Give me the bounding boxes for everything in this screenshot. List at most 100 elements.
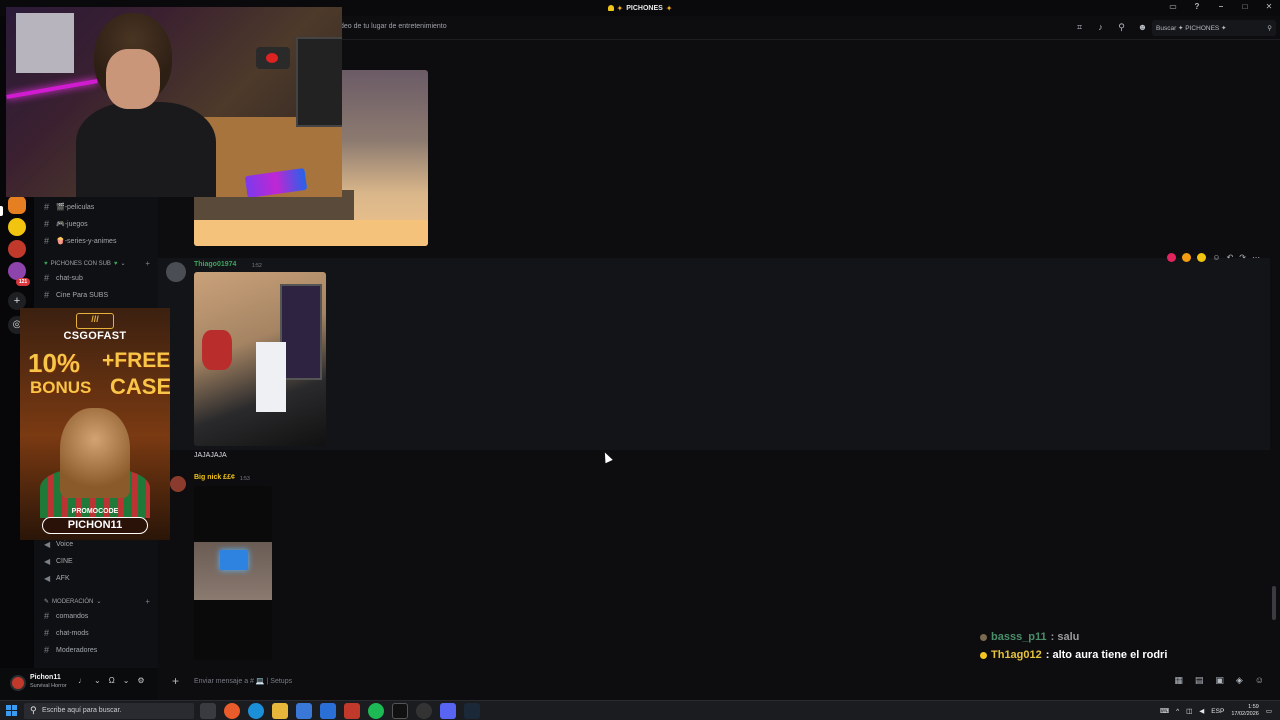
hash-icon: # [44, 290, 50, 300]
voice-channel[interactable]: ◀ Voice [44, 540, 73, 549]
ad-percent: 10% [28, 348, 81, 378]
gif-icon[interactable]: ▣ [1215, 675, 1224, 686]
pin-icon[interactable]: ⚲ [1116, 22, 1127, 33]
emoji-icon[interactable]: ☺ [1255, 675, 1264, 686]
channel-item[interactable]: # chat-sub [44, 273, 83, 283]
heart-red-icon[interactable] [1167, 253, 1177, 262]
heart-yellow-icon[interactable] [1197, 253, 1207, 262]
apps-icon[interactable]: ▦ [1174, 675, 1183, 686]
headset-icon[interactable]: Ω [109, 676, 115, 685]
chat-text: : alto aura tiene el rodri [1045, 649, 1168, 661]
close-icon[interactable]: ✕ [1264, 2, 1274, 11]
message-author[interactable]: Thiago01974 [194, 261, 236, 268]
heart-orange-icon[interactable] [1182, 253, 1192, 262]
channel-item[interactable]: # 🎮-juegos [44, 219, 88, 229]
ad-logo: /// [76, 313, 114, 329]
search-input[interactable]: Buscar ✦ PICHONES ✦ ⚲ [1152, 20, 1276, 36]
mute-icon[interactable]: ♪ [1095, 22, 1106, 33]
add-channel-icon[interactable]: + [145, 597, 150, 606]
help-icon[interactable]: ? [1192, 2, 1202, 11]
channel-label: CINE [56, 558, 73, 565]
message-image[interactable] [194, 486, 272, 660]
language-indicator[interactable]: ESP [1211, 708, 1224, 715]
obs-icon[interactable] [392, 703, 408, 719]
clock-time: 1:59 [1248, 704, 1259, 710]
notification-icon[interactable]: ▭ [1266, 707, 1272, 715]
sponsor-ad-overlay: /// CSGOFAST 10% BONUS +FREE CASE PROMOC… [20, 308, 170, 540]
taskbar-search-placeholder: Escribe aquí para buscar. [42, 707, 122, 714]
browser-icon[interactable] [224, 703, 240, 719]
voice-channel[interactable]: ◀ CINE [44, 557, 73, 566]
channel-label: 🎬-peliculas [56, 204, 95, 211]
message-time: 1:53 [240, 476, 250, 482]
network-icon[interactable]: ◫ [1186, 707, 1192, 715]
category-label: PICHONES CON SUB [50, 260, 111, 267]
clock[interactable]: 1:59 17/02/2026 [1231, 704, 1259, 718]
server-icon[interactable] [8, 240, 26, 258]
channel-item[interactable]: # Cine Para SUBS [44, 290, 108, 300]
scrollbar[interactable] [1272, 586, 1276, 620]
task-view-icon[interactable] [200, 703, 216, 719]
message-author[interactable]: Big nick ££¢ [194, 474, 235, 481]
voice-channel[interactable]: ◀ AFK [44, 574, 70, 583]
pencil-icon: ✎ [44, 599, 50, 605]
members-icon[interactable]: ☻ [1137, 22, 1148, 33]
avatar[interactable] [10, 675, 26, 691]
file-explorer-icon[interactable] [272, 703, 288, 719]
app-icon[interactable] [344, 703, 360, 719]
heart-icon: ♥ [113, 260, 118, 267]
sticker-icon[interactable]: ◈ [1236, 675, 1243, 686]
windows-taskbar: ⚲ Escribe aquí para buscar. ⌨ ^ ◫ ◀ ESP … [0, 700, 1280, 720]
spotify-icon[interactable] [368, 703, 384, 719]
speaker-icon: ◀ [44, 557, 51, 566]
taskbar-search[interactable]: ⚲ Escribe aquí para buscar. [24, 703, 194, 719]
avatar[interactable] [170, 476, 186, 492]
server-icon[interactable] [8, 196, 26, 214]
gift-icon[interactable]: ▤ [1195, 675, 1204, 686]
chevron-up-icon[interactable]: ^ [1176, 708, 1179, 715]
gear-icon[interactable]: ⚙ [137, 676, 144, 685]
more-icon[interactable]: ⋯ [1252, 253, 1260, 262]
inbox-icon[interactable]: ▭ [1168, 2, 1178, 11]
microphone-icon[interactable]: ♩ [78, 676, 86, 685]
app-icon[interactable] [416, 703, 432, 719]
chevron-down-icon[interactable]: ⌄ [94, 676, 101, 685]
channel-label: 🎮-juegos [56, 221, 88, 228]
channel-item[interactable]: # Moderadores [44, 645, 97, 655]
discord-icon[interactable] [440, 703, 456, 719]
ad-promo-label: PROMOCODE [71, 508, 119, 515]
category-sub[interactable]: ♥ PICHONES CON SUB ♥ ⌄ [44, 260, 126, 268]
category-mod[interactable]: ✎ MODERACIÓN ⌄ [44, 598, 101, 606]
threads-icon[interactable]: ⌗ [1074, 22, 1085, 33]
steam-icon[interactable] [464, 703, 480, 719]
edge-icon[interactable] [248, 703, 264, 719]
channel-item[interactable]: # comandos [44, 611, 88, 621]
mail-icon[interactable] [320, 703, 336, 719]
channel-item[interactable]: # chat-mods [44, 628, 89, 638]
chevron-down-icon[interactable]: ⌄ [123, 676, 130, 685]
message-image[interactable] [194, 272, 326, 446]
volume-icon[interactable]: ◀ [1199, 707, 1204, 715]
speaker-icon: ◀ [44, 574, 51, 583]
avatar[interactable] [166, 262, 186, 282]
server-icon[interactable] [8, 218, 26, 236]
add-channel-icon[interactable]: + [145, 259, 150, 268]
channel-label: Voice [56, 541, 74, 548]
reply-icon[interactable]: ↶ [1227, 253, 1234, 262]
stream-chat-line: Th1ag012 : alto aura tiene el rodri [980, 649, 1167, 661]
keyboard-icon[interactable]: ⌨ [1160, 707, 1169, 715]
message-input[interactable]: Enviar mensaje a # 💻 | Setups [194, 677, 292, 685]
forward-icon[interactable]: ↷ [1239, 253, 1246, 262]
attach-icon[interactable]: + [172, 674, 179, 688]
sparkle-icon: ✦ [616, 3, 624, 13]
channel-item[interactable]: # 🍿-series-y-animes [44, 236, 116, 246]
chevron-down-icon: ⌄ [120, 261, 126, 267]
windows-start-icon[interactable] [6, 705, 17, 716]
user-name[interactable]: Pichon11 [30, 674, 61, 681]
maximize-icon[interactable]: □ [1240, 2, 1250, 11]
hash-icon: # [44, 611, 50, 621]
add-reaction-icon[interactable]: ☺ [1212, 253, 1220, 262]
store-icon[interactable] [296, 703, 312, 719]
minimize-icon[interactable]: – [1216, 2, 1226, 11]
channel-item[interactable]: # 🎬-peliculas [44, 202, 94, 212]
